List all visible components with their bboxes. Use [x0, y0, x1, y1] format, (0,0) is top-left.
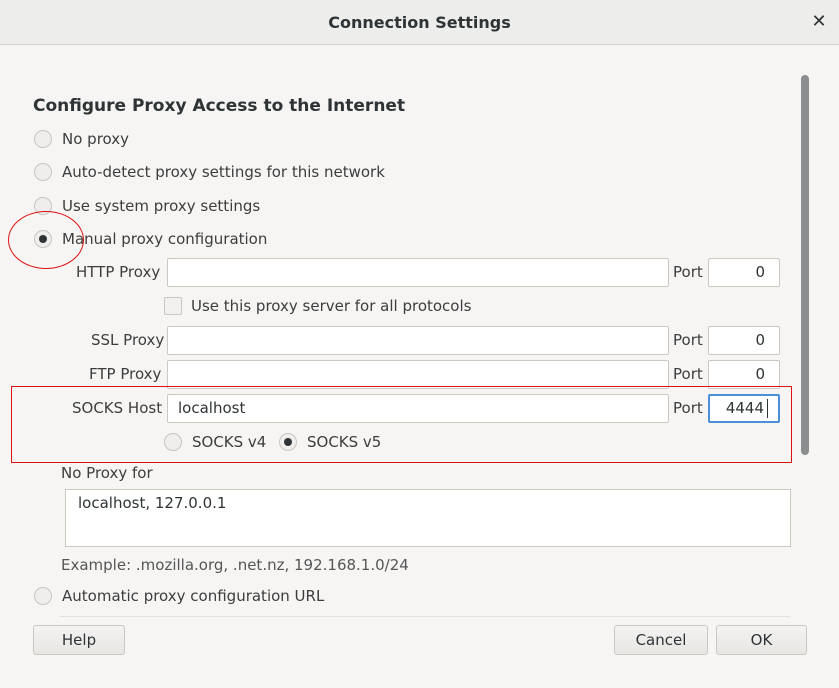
- cancel-button[interactable]: Cancel: [614, 625, 708, 655]
- auto-config-url-label[interactable]: Automatic proxy configuration URL: [62, 587, 324, 605]
- no-proxy-label[interactable]: No proxy: [62, 130, 129, 148]
- window-title: Connection Settings: [328, 13, 511, 32]
- help-button[interactable]: Help: [33, 625, 125, 655]
- clipped-url-field: [60, 616, 790, 617]
- http-proxy-input[interactable]: [167, 258, 669, 287]
- scrollbar[interactable]: [801, 75, 809, 455]
- ssl-proxy-label: SSL Proxy: [91, 331, 165, 349]
- system-proxy-label[interactable]: Use system proxy settings: [62, 197, 260, 215]
- ftp-proxy-label: FTP Proxy: [89, 365, 162, 383]
- example-hint: Example: .mozilla.org, .net.nz, 192.168.…: [61, 556, 409, 574]
- ssl-port-input[interactable]: 0: [708, 326, 780, 355]
- auto-detect-label[interactable]: Auto-detect proxy settings for this netw…: [62, 163, 385, 181]
- no-proxy-for-textarea[interactable]: localhost, 127.0.0.1: [65, 489, 791, 547]
- ssl-proxy-input[interactable]: [167, 326, 669, 355]
- use-all-protocols-checkbox[interactable]: [164, 297, 182, 315]
- use-all-protocols-label[interactable]: Use this proxy server for all protocols: [191, 297, 471, 315]
- ok-button[interactable]: OK: [716, 625, 807, 655]
- http-port-input[interactable]: 0: [708, 258, 780, 287]
- auto-config-url-radio[interactable]: [34, 587, 52, 605]
- ftp-port-input[interactable]: 0: [708, 360, 780, 389]
- ssl-port-label: Port: [673, 331, 703, 349]
- auto-detect-radio[interactable]: [34, 163, 52, 181]
- http-port-label: Port: [673, 263, 703, 281]
- no-proxy-for-label: No Proxy for: [61, 464, 153, 482]
- http-proxy-label: HTTP Proxy: [76, 263, 161, 281]
- ftp-proxy-input[interactable]: [167, 360, 669, 389]
- close-icon[interactable]: ✕: [805, 8, 833, 36]
- title-bar: Connection Settings ✕: [0, 0, 839, 45]
- annotation-rectangle: [11, 386, 792, 463]
- section-heading: Configure Proxy Access to the Internet: [33, 96, 406, 116]
- manual-proxy-label[interactable]: Manual proxy configuration: [62, 230, 267, 248]
- no-proxy-radio[interactable]: [34, 130, 52, 148]
- annotation-ellipse: [8, 211, 84, 269]
- ftp-port-label: Port: [673, 365, 703, 383]
